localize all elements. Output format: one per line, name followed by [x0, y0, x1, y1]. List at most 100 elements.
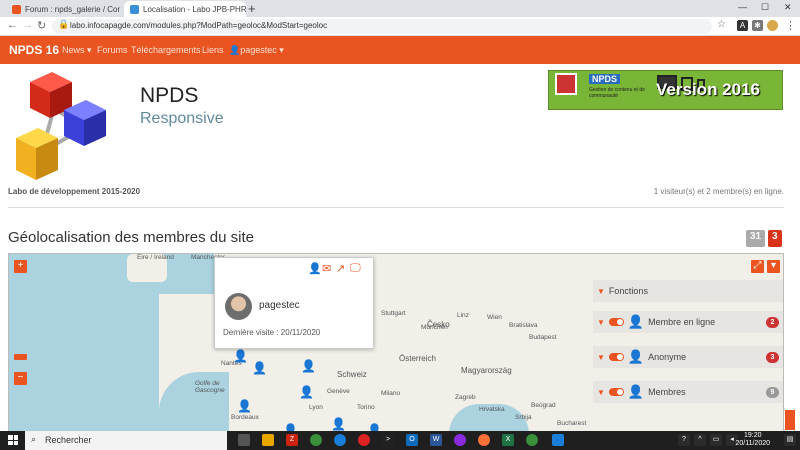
visitors-count: 1 visiteur(s) et 2 membre(s) en ligne.: [653, 187, 784, 196]
file-explorer-icon[interactable]: [262, 434, 274, 446]
reload-icon[interactable]: ↻: [37, 19, 46, 32]
panel-row-anonyme[interactable]: ▼ 👤 Anonyme 3: [593, 346, 783, 368]
new-tab-button[interactable]: +: [248, 1, 256, 16]
popup-username[interactable]: pagestec: [259, 300, 300, 311]
opera-icon[interactable]: [358, 434, 370, 446]
excel-icon[interactable]: X: [502, 434, 514, 446]
windows-start-icon[interactable]: [8, 435, 18, 445]
menu-icon[interactable]: ⋮: [785, 19, 796, 32]
count-badge: 3: [766, 351, 779, 363]
app-icon[interactable]: [552, 434, 564, 446]
tab-localisation[interactable]: Localisation - Labo JPB-PHR 201 ✕: [124, 1, 246, 17]
fullscreen-icon[interactable]: ⤢: [751, 260, 764, 273]
zoom-slider[interactable]: [14, 354, 27, 360]
firefox-icon[interactable]: [478, 434, 490, 446]
puzzle-icon[interactable]: ✱: [752, 20, 763, 31]
minimize-icon[interactable]: —: [738, 2, 747, 12]
map-label: Wien: [487, 314, 502, 321]
member-marker-icon[interactable]: 👤: [331, 418, 346, 430]
map-label: Beograd: [531, 402, 556, 409]
task-view-icon[interactable]: [238, 434, 250, 446]
outlook-icon[interactable]: O: [406, 434, 418, 446]
map-label: Bordeaux: [231, 414, 259, 421]
layer-toggle[interactable]: [608, 318, 624, 326]
forward-icon[interactable]: →: [22, 19, 33, 31]
nav-telechargements[interactable]: Téléchargements: [131, 45, 201, 55]
panel-row-label: Fonctions: [608, 286, 648, 296]
monitor-icon[interactable]: 🖵: [350, 262, 361, 275]
help-icon[interactable]: ?: [678, 434, 690, 446]
members-icon: 👤: [627, 384, 645, 399]
anon-marker-icon[interactable]: 👤: [299, 386, 314, 398]
map-label: Bratislava: [509, 322, 538, 329]
popup-last-visit: Dernière visite : 20/11/2020: [223, 328, 321, 337]
system-tray-icon[interactable]: ^: [694, 434, 706, 446]
version-banner[interactable]: NPDS Gestion de contenu et de communauté…: [548, 70, 783, 110]
profile-avatar[interactable]: [767, 20, 778, 31]
member-marker-icon[interactable]: 👤: [252, 362, 267, 374]
panel-row-fonctions[interactable]: ▼ Fonctions: [593, 280, 783, 302]
app-icon[interactable]: [454, 434, 466, 446]
back-icon[interactable]: ←: [7, 19, 18, 31]
panel-row-online[interactable]: ▼ 👤 Membre en ligne 2: [593, 311, 783, 333]
panel-row-label: Membre en ligne: [648, 317, 716, 327]
notifications-icon[interactable]: ▤: [784, 434, 796, 446]
taskbar-clock[interactable]: 19:20 20/11/2020: [735, 432, 770, 448]
map-label: Hrvatska: [479, 406, 505, 413]
terminal-icon[interactable]: >: [382, 434, 394, 446]
zoom-out-button[interactable]: −: [14, 372, 27, 385]
caret-down-icon: ▼: [597, 286, 605, 296]
online-members-badge: 3: [768, 230, 782, 247]
site-name: NPDS: [140, 84, 199, 107]
external-link-icon[interactable]: ↗: [336, 262, 345, 275]
member-marker-icon[interactable]: 👤: [237, 400, 252, 412]
map-label: Stuttgart: [381, 310, 406, 317]
panel-row-membres[interactable]: ▼ 👤 Membres 9: [593, 381, 783, 403]
maximize-icon[interactable]: ☐: [761, 2, 769, 13]
network-icon[interactable]: ▭: [710, 434, 722, 446]
avatar: [225, 293, 252, 320]
layer-toggle[interactable]: [608, 353, 624, 361]
lock-icon[interactable]: 🔒: [58, 19, 69, 30]
anon-marker-icon[interactable]: 👤: [233, 350, 248, 362]
nav-news[interactable]: News ▾: [62, 45, 92, 56]
envelope-icon[interactable]: ✉: [322, 262, 331, 275]
address-bar[interactable]: labo.infocapagde.com/modules.php?ModPath…: [52, 19, 712, 34]
browser-tabstrip: [0, 0, 800, 17]
count-badge: 2: [766, 316, 779, 328]
extension-icon[interactable]: A: [737, 20, 748, 31]
bookmark-star-icon[interactable]: ☆: [717, 19, 726, 30]
page-title: Géolocalisation des membres du site: [8, 229, 254, 246]
word-icon[interactable]: W: [430, 434, 442, 446]
user-profile-icon[interactable]: 👤: [308, 262, 322, 275]
member-popup: 👤 ✉ ↗ 🖵 pagestec Dernière visite : 20/11…: [214, 257, 374, 349]
chrome-icon[interactable]: [526, 434, 538, 446]
layer-toggle[interactable]: [608, 388, 624, 396]
panel-row-label: Anonyme: [648, 352, 687, 362]
tab-title: Localisation - Labo JPB-PHR 201: [143, 4, 246, 14]
map-label: Éire / Ireland: [137, 254, 174, 261]
scroll-top-button[interactable]: [785, 410, 795, 430]
member-marker-icon[interactable]: 👤: [301, 360, 316, 372]
collapse-panel-icon[interactable]: ▾: [767, 260, 780, 273]
map-label: Lyon: [309, 404, 323, 411]
chrome-icon[interactable]: [310, 434, 322, 446]
tab-forum[interactable]: Forum : npds_galerie / Combinée ✕: [6, 1, 120, 17]
navbar-brand[interactable]: NPDS 16: [9, 43, 59, 57]
nav-liens[interactable]: Liens: [202, 45, 224, 55]
nav-forums[interactable]: Forums: [97, 45, 128, 55]
npds-favicon-icon: [130, 4, 139, 14]
nav-user-menu[interactable]: 👤pagestec ▾: [229, 45, 284, 56]
anon-icon: 👤: [627, 349, 645, 364]
taskbar-search[interactable]: ⌕ Rechercher: [25, 431, 227, 450]
map-label: Golfe de Gascogne: [195, 380, 225, 394]
panel-row-label: Membres: [648, 387, 686, 397]
close-window-icon[interactable]: ✕: [784, 2, 792, 13]
filezilla-icon[interactable]: Z: [286, 434, 298, 446]
map-label: Magyarország: [461, 366, 512, 375]
member-icon: 👤: [627, 314, 645, 329]
clock-time: 19:20: [743, 432, 762, 439]
npds-cubes-logo[interactable]: [14, 70, 120, 186]
zoom-in-button[interactable]: +: [14, 260, 27, 273]
edge-icon[interactable]: [334, 434, 346, 446]
